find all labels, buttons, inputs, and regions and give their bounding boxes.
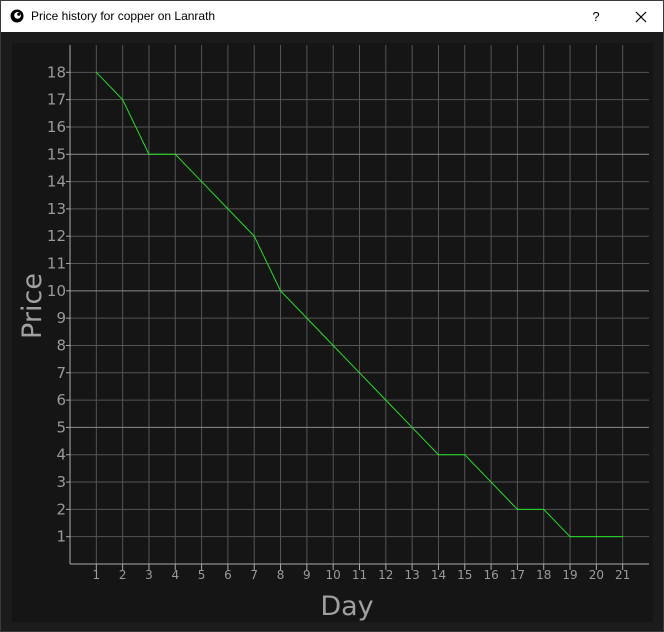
window-title: Price history for copper on Lanrath xyxy=(31,9,216,23)
x-axis-label: Day xyxy=(320,591,373,622)
data-point-1 xyxy=(95,71,97,73)
chart-area: 1 2 3 4 5 6 7 8 9 10 11 12 13 14 15 16 17 18 19 20 21 123456… xyxy=(12,43,653,622)
price-line-chart: 1 2 3 4 5 6 7 8 9 10 11 12 13 14 15 16 17 18 19 20 21 123456… xyxy=(12,43,653,622)
x-tick-label-6: 6 xyxy=(224,568,232,582)
data-point-3 xyxy=(148,153,150,155)
y-tick-label-2: 2 xyxy=(56,500,66,518)
x-tick-label-13: 13 xyxy=(404,568,419,582)
data-point-19 xyxy=(569,536,571,538)
x-tick-label-18: 18 xyxy=(536,568,551,582)
x-tick-label-7: 7 xyxy=(250,568,258,582)
y-tick-label-15: 15 xyxy=(47,145,66,163)
axes xyxy=(66,45,649,570)
data-point-20 xyxy=(595,536,597,538)
help-button[interactable]: ? xyxy=(579,1,613,32)
x-tick-label-16: 16 xyxy=(483,568,498,582)
data-point-5 xyxy=(200,180,203,183)
coin-icon xyxy=(10,9,24,23)
data-point-4 xyxy=(174,153,176,155)
y-tick-label-1: 1 xyxy=(56,528,66,546)
x-tick-label-20: 20 xyxy=(589,568,604,582)
x-tick-label-2: 2 xyxy=(119,568,127,582)
price-history-window: Price history for copper on Lanrath ? 12… xyxy=(0,0,664,632)
data-point-6 xyxy=(227,208,229,210)
data-point-16 xyxy=(490,481,492,483)
y-tick-label-8: 8 xyxy=(56,336,66,354)
data-point-13 xyxy=(411,426,413,429)
x-tick-label-1: 1 xyxy=(92,568,100,582)
data-point-8 xyxy=(279,290,282,292)
y-tick-label-3: 3 xyxy=(56,473,66,491)
x-tick-label-17: 17 xyxy=(510,568,525,582)
data-point-12 xyxy=(385,399,387,401)
x-tick-label-19: 19 xyxy=(562,568,577,582)
x-tick-label-5: 5 xyxy=(198,568,206,582)
x-tick-label-8: 8 xyxy=(277,568,285,582)
x-tick-label-14: 14 xyxy=(431,568,446,582)
x-tick-label-11: 11 xyxy=(352,568,367,582)
y-tick-label-9: 9 xyxy=(56,309,66,327)
x-tick-label-4: 4 xyxy=(171,568,179,582)
data-point-7 xyxy=(253,235,255,237)
x-tick-label-3: 3 xyxy=(145,568,153,582)
y-tick-label-5: 5 xyxy=(56,418,66,436)
x-tick-label-15: 15 xyxy=(457,568,472,582)
grid xyxy=(70,45,649,564)
y-tick-label-10: 10 xyxy=(47,282,66,300)
y-tick-label-17: 17 xyxy=(47,91,66,109)
data-point-10 xyxy=(332,344,334,347)
x-tick-labels: 1 2 3 4 5 6 7 8 9 10 11 12 13 14 15 16 17 18 19 20 21 xyxy=(92,568,630,582)
y-tick-label-11: 11 xyxy=(47,255,66,273)
y-tick-labels: 123456789101112131415161718 xyxy=(47,63,66,545)
y-tick-label-4: 4 xyxy=(56,446,66,464)
x-tick-label-12: 12 xyxy=(378,568,393,582)
data-point-2 xyxy=(122,99,124,101)
data-point-11 xyxy=(358,372,361,374)
close-button[interactable] xyxy=(623,1,659,32)
data-point-17 xyxy=(516,508,519,510)
data-point-14 xyxy=(437,454,440,456)
y-tick-label-6: 6 xyxy=(56,391,66,409)
close-icon xyxy=(635,11,647,22)
y-tick-label-7: 7 xyxy=(56,364,66,382)
x-tick-label-9: 9 xyxy=(303,568,311,582)
x-tick-label-10: 10 xyxy=(326,568,341,582)
x-tick-label-21: 21 xyxy=(615,568,630,582)
y-tick-label-13: 13 xyxy=(47,200,66,218)
y-axis-label: Price xyxy=(17,273,48,339)
y-tick-label-16: 16 xyxy=(47,118,66,136)
data-point-9 xyxy=(306,317,308,319)
title-bar[interactable]: Price history for copper on Lanrath ? xyxy=(1,1,663,32)
data-point-18 xyxy=(543,508,545,510)
y-tick-label-14: 14 xyxy=(47,173,66,191)
data-point-21 xyxy=(622,536,624,538)
y-tick-label-12: 12 xyxy=(47,227,66,245)
data-point-15 xyxy=(464,454,466,456)
y-tick-label-18: 18 xyxy=(47,63,66,81)
